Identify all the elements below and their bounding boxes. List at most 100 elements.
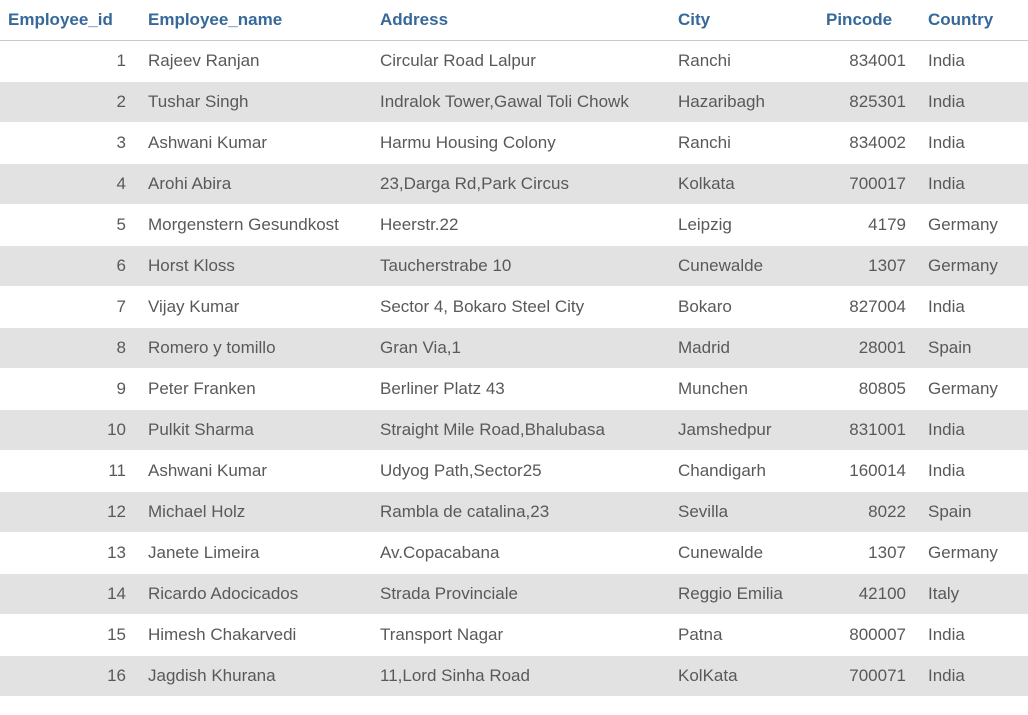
cell-country: Germany <box>920 205 1028 246</box>
cell-pincode: 834002 <box>818 123 920 164</box>
cell-employee-id: 16 <box>0 656 140 697</box>
cell-employee-id: 8 <box>0 328 140 369</box>
header-employee-id[interactable]: Employee_id <box>0 0 140 41</box>
cell-employee-name: Vijay Kumar <box>140 287 372 328</box>
cell-address: Heerstr.22 <box>372 205 670 246</box>
cell-city: Hazaribagh <box>670 82 818 123</box>
header-city[interactable]: City <box>670 0 818 41</box>
cell-pincode: 4179 <box>818 205 920 246</box>
cell-employee-name: Ashwani Kumar <box>140 123 372 164</box>
cell-employee-id: 6 <box>0 246 140 287</box>
cell-pincode: 1307 <box>818 533 920 574</box>
table-row: 5Morgenstern GesundkostHeerstr.22Leipzig… <box>0 205 1028 246</box>
table-row: 16Jagdish Khurana11,Lord Sinha RoadKolKa… <box>0 656 1028 697</box>
cell-pincode: 1307 <box>818 246 920 287</box>
cell-employee-name: Ricardo Adocicados <box>140 574 372 615</box>
cell-employee-name: Pulkit Sharma <box>140 410 372 451</box>
cell-pincode: 160014 <box>818 451 920 492</box>
header-pincode[interactable]: Pincode <box>818 0 920 41</box>
cell-city: Madrid <box>670 328 818 369</box>
cell-pincode: 831001 <box>818 410 920 451</box>
cell-pincode: 700071 <box>818 656 920 697</box>
cell-employee-name: Peter Franken <box>140 369 372 410</box>
cell-pincode: 700017 <box>818 164 920 205</box>
cell-employee-id: 13 <box>0 533 140 574</box>
cell-country: Spain <box>920 492 1028 533</box>
cell-pincode: 80805 <box>818 369 920 410</box>
cell-employee-id: 12 <box>0 492 140 533</box>
table-row: 15Himesh ChakarvediTransport NagarPatna8… <box>0 615 1028 656</box>
cell-employee-id: 3 <box>0 123 140 164</box>
cell-address: Udyog Path,Sector25 <box>372 451 670 492</box>
cell-city: Sevilla <box>670 492 818 533</box>
table-row: 2Tushar SinghIndralok Tower,Gawal Toli C… <box>0 82 1028 123</box>
cell-address: Strada Provinciale <box>372 574 670 615</box>
cell-pincode: 28001 <box>818 328 920 369</box>
table-row: 7Vijay KumarSector 4, Bokaro Steel CityB… <box>0 287 1028 328</box>
cell-country: Spain <box>920 328 1028 369</box>
cell-employee-id: 4 <box>0 164 140 205</box>
cell-pincode: 42100 <box>818 574 920 615</box>
cell-city: Reggio Emilia <box>670 574 818 615</box>
table-row: 14Ricardo AdocicadosStrada ProvincialeRe… <box>0 574 1028 615</box>
cell-country: India <box>920 656 1028 697</box>
cell-employee-id: 5 <box>0 205 140 246</box>
cell-employee-name: Jagdish Khurana <box>140 656 372 697</box>
cell-country: India <box>920 41 1028 82</box>
cell-country: India <box>920 82 1028 123</box>
cell-address: Sector 4, Bokaro Steel City <box>372 287 670 328</box>
cell-country: Germany <box>920 533 1028 574</box>
cell-employee-id: 9 <box>0 369 140 410</box>
cell-employee-name: Horst Kloss <box>140 246 372 287</box>
cell-city: Ranchi <box>670 123 818 164</box>
cell-employee-id: 15 <box>0 615 140 656</box>
cell-employee-name: Janete Limeira <box>140 533 372 574</box>
employee-table: Employee_id Employee_name Address City P… <box>0 0 1028 697</box>
cell-employee-id: 1 <box>0 41 140 82</box>
cell-employee-name: Morgenstern Gesundkost <box>140 205 372 246</box>
table-row: 9Peter FrankenBerliner Platz 43Munchen80… <box>0 369 1028 410</box>
cell-city: Munchen <box>670 369 818 410</box>
cell-country: India <box>920 451 1028 492</box>
cell-city: KolKata <box>670 656 818 697</box>
cell-country: India <box>920 287 1028 328</box>
cell-pincode: 800007 <box>818 615 920 656</box>
cell-address: 11,Lord Sinha Road <box>372 656 670 697</box>
cell-country: Germany <box>920 246 1028 287</box>
cell-employee-name: Himesh Chakarvedi <box>140 615 372 656</box>
cell-employee-id: 2 <box>0 82 140 123</box>
table-row: 1Rajeev RanjanCircular Road LalpurRanchi… <box>0 41 1028 82</box>
cell-country: India <box>920 123 1028 164</box>
cell-employee-id: 7 <box>0 287 140 328</box>
cell-employee-name: Ashwani Kumar <box>140 451 372 492</box>
header-country[interactable]: Country <box>920 0 1028 41</box>
header-address[interactable]: Address <box>372 0 670 41</box>
cell-pincode: 834001 <box>818 41 920 82</box>
cell-address: Circular Road Lalpur <box>372 41 670 82</box>
cell-address: Indralok Tower,Gawal Toli Chowk <box>372 82 670 123</box>
cell-pincode: 825301 <box>818 82 920 123</box>
cell-employee-name: Michael Holz <box>140 492 372 533</box>
cell-address: Taucherstrabe 10 <box>372 246 670 287</box>
table-row: 13Janete LimeiraAv.CopacabanaCunewalde13… <box>0 533 1028 574</box>
cell-pincode: 8022 <box>818 492 920 533</box>
cell-employee-id: 11 <box>0 451 140 492</box>
cell-city: Jamshedpur <box>670 410 818 451</box>
cell-country: Italy <box>920 574 1028 615</box>
cell-city: Ranchi <box>670 41 818 82</box>
cell-city: Kolkata <box>670 164 818 205</box>
cell-city: Cunewalde <box>670 533 818 574</box>
cell-address: Transport Nagar <box>372 615 670 656</box>
cell-address: 23,Darga Rd,Park Circus <box>372 164 670 205</box>
cell-city: Bokaro <box>670 287 818 328</box>
table-row: 4Arohi Abira23,Darga Rd,Park CircusKolka… <box>0 164 1028 205</box>
cell-city: Leipzig <box>670 205 818 246</box>
table-row: 11Ashwani KumarUdyog Path,Sector25Chandi… <box>0 451 1028 492</box>
cell-employee-id: 10 <box>0 410 140 451</box>
cell-country: India <box>920 410 1028 451</box>
cell-address: Gran Via,1 <box>372 328 670 369</box>
cell-address: Berliner Platz 43 <box>372 369 670 410</box>
cell-city: Chandigarh <box>670 451 818 492</box>
cell-employee-name: Tushar Singh <box>140 82 372 123</box>
header-employee-name[interactable]: Employee_name <box>140 0 372 41</box>
